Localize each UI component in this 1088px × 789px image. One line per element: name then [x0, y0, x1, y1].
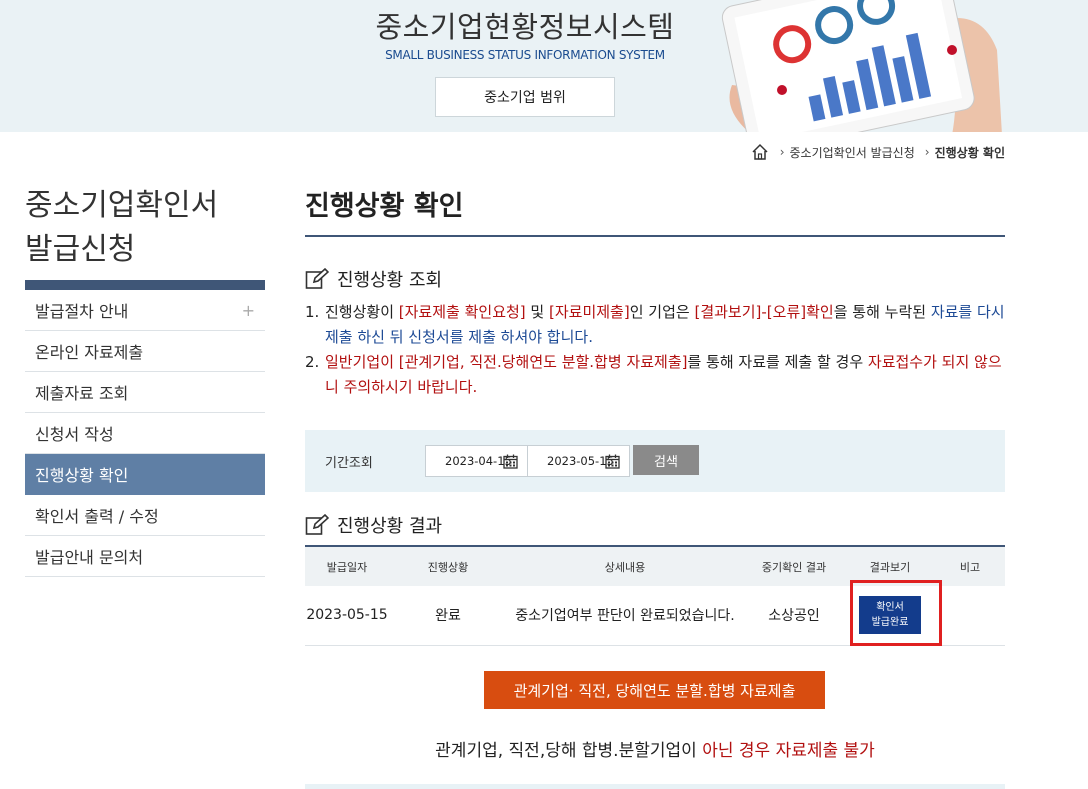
bottom-divider: [305, 784, 1005, 789]
edit-icon: [305, 268, 329, 289]
page-title: 진행상황 확인: [305, 191, 464, 222]
cell-note: [935, 586, 1005, 645]
cell-result: 소상공인: [768, 608, 820, 625]
certificate-issued-button[interactable]: 확인서 발급완료: [859, 596, 921, 635]
tablet-chart-illustration: [721, 0, 1002, 132]
sidebar-item-contact[interactable]: 발급안내 문의처: [25, 536, 265, 577]
notice-list: 1. 진행상황이 [자료제출 확인요청] 및 [자료미제출]인 기업은 [결과보…: [305, 300, 1010, 400]
notice-item-2: 2. 일반기업이 [관계기업, 직전.당해연도 분할.합병 자료제출]를 통해 …: [305, 353, 1002, 396]
sidebar-item-submitted-data[interactable]: 제출자료 조회: [25, 372, 265, 413]
search-button[interactable]: 검색: [633, 445, 699, 475]
header-banner: 중소기업현황정보시스템 SMALL BUSINESS STATUS INFORM…: [0, 0, 1088, 132]
result-table: 발급일자 진행상황 상세내용 중기확인 결과 결과보기 비고 2023-05-1…: [305, 545, 1005, 646]
cell-detail: 중소기업여부 판단이 완료되었습니다.: [515, 608, 735, 625]
sidebar-title: 중소기업확인서 발급신청: [25, 188, 219, 267]
chevron-right-icon: ›: [779, 145, 785, 159]
col-header-note: 비고: [959, 560, 981, 574]
table-row: 2023-05-15 완료 중소기업여부 판단이 완료되었습니다. 소상공인 확…: [305, 586, 1005, 645]
calendar-icon[interactable]: [503, 454, 518, 469]
notice-item-1: 1. 진행상황이 [자료제출 확인요청] 및 [자료미제출]인 기업은 [결과보…: [305, 303, 1005, 346]
calendar-icon[interactable]: [605, 454, 620, 469]
plus-icon[interactable]: +: [242, 301, 255, 320]
start-date-input[interactable]: 2023-04-15: [425, 445, 528, 477]
sidebar-item-online-submit[interactable]: 온라인 자료제출: [25, 331, 265, 372]
edit-icon: [305, 514, 329, 535]
bottom-note: 관계기업, 직전,당해 합병.분할기업이 아닌 경우 자료제출 불가: [435, 741, 875, 761]
cell-date: 2023-05-15: [306, 607, 388, 624]
sidebar-item-application[interactable]: 신청서 작성: [25, 413, 265, 454]
cell-view: 확인서 발급완료: [845, 586, 935, 645]
table-header-row: 발급일자 진행상황 상세내용 중기확인 결과 결과보기 비고: [305, 546, 1005, 586]
end-date-input[interactable]: 2023-05-15: [527, 445, 630, 477]
chevron-right-icon: ›: [924, 145, 930, 159]
sidebar-item-procedure[interactable]: 발급절차 안내 +: [25, 290, 265, 331]
col-header-date: 발급일자: [326, 560, 368, 574]
sidebar-divider: [25, 280, 265, 290]
sidebar-item-progress[interactable]: 진행상황 확인: [25, 454, 265, 495]
col-header-detail: 상세내용: [604, 560, 646, 574]
col-header-result: 중기확인 결과: [761, 560, 827, 574]
breadcrumb-item-current: 진행상황 확인: [934, 145, 1005, 160]
col-header-status: 진행상황: [427, 560, 469, 574]
col-header-view: 결과보기: [869, 560, 911, 574]
sidebar-menu: 발급절차 안내 + 온라인 자료제출 제출자료 조회 신청서 작성 진행상황 확…: [25, 290, 265, 577]
period-search-box: 기간조회 2023-04-15 2023-05-15 검색: [305, 430, 1005, 492]
breadcrumb: › 중소기업확인서 발급신청 › 진행상황 확인: [751, 143, 1005, 161]
title-divider: [305, 235, 1005, 237]
home-icon[interactable]: [751, 143, 769, 161]
result-section-heading: 진행상황 결과: [305, 512, 442, 538]
inquiry-section-heading: 진행상황 조회: [305, 266, 442, 292]
sidebar-item-print-edit[interactable]: 확인서 출력 / 수정: [25, 495, 265, 536]
cell-status: 완료: [435, 608, 461, 625]
period-label: 기간조회: [325, 456, 373, 471]
sme-scope-button[interactable]: 중소기업 범위: [435, 77, 615, 117]
breadcrumb-item-apply[interactable]: 중소기업확인서 발급신청: [790, 144, 915, 161]
affiliate-data-submit-button[interactable]: 관계기업· 직전, 당해연도 분할.합병 자료제출: [484, 671, 825, 709]
